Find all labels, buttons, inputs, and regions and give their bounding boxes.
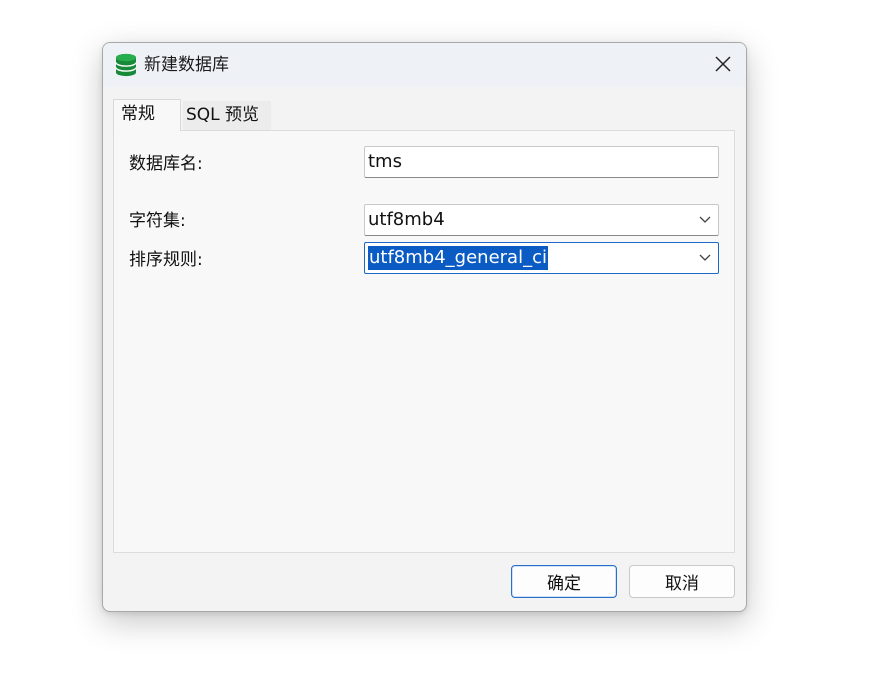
- db-name-value: tms: [368, 151, 402, 172]
- new-database-dialog: 新建数据库 常规 SQL 预览 数据库名: tms 字符集: utf8mb4 排…: [102, 42, 747, 612]
- collation-select[interactable]: utf8mb4_general_ci: [364, 242, 719, 274]
- chevron-down-icon[interactable]: [698, 252, 712, 264]
- charset-value: utf8mb4: [368, 209, 445, 230]
- dialog-title: 新建数据库: [144, 55, 229, 75]
- general-panel: 数据库名: tms 字符集: utf8mb4 排序规则: utf8mb4_gen…: [113, 130, 735, 553]
- collation-value: utf8mb4_general_ci: [368, 246, 548, 270]
- charset-select[interactable]: utf8mb4: [364, 204, 719, 236]
- tab-general[interactable]: 常规: [113, 99, 181, 131]
- close-icon: [715, 56, 731, 72]
- db-name-label: 数据库名:: [129, 154, 203, 174]
- title-bar: 新建数据库: [103, 43, 746, 87]
- db-name-field[interactable]: tms: [364, 146, 719, 178]
- close-button[interactable]: [706, 47, 740, 81]
- collation-label: 排序规则:: [129, 250, 203, 270]
- cancel-button[interactable]: 取消: [629, 565, 735, 598]
- chevron-down-icon[interactable]: [698, 214, 712, 226]
- ok-button[interactable]: 确定: [511, 565, 617, 598]
- charset-label: 字符集:: [129, 211, 186, 231]
- database-icon: [115, 53, 137, 77]
- tab-sql-preview[interactable]: SQL 预览: [183, 101, 271, 130]
